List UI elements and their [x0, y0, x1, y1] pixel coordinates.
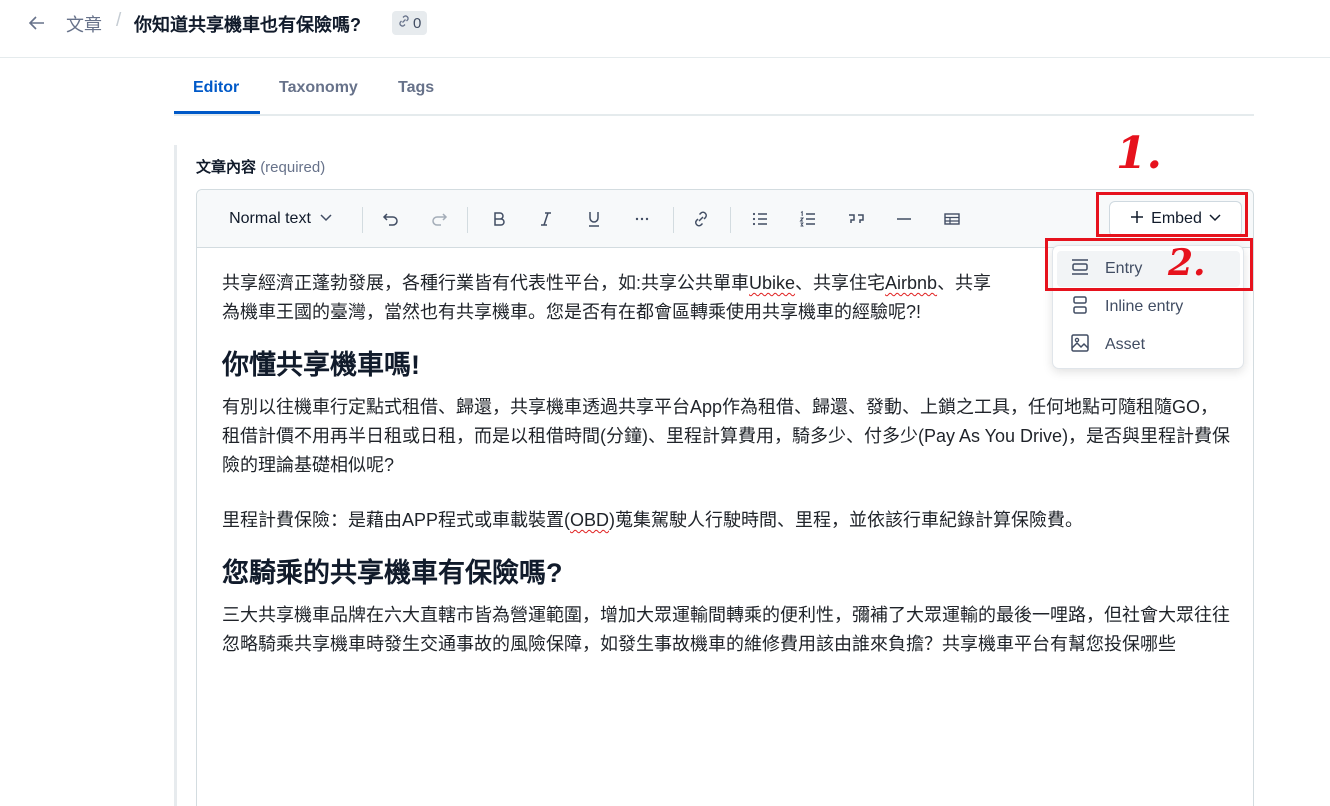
tab-taxonomy[interactable]: Taxonomy: [279, 79, 358, 97]
paragraph-text: 、共享: [937, 273, 992, 293]
tab-editor[interactable]: Editor: [193, 79, 239, 97]
inline-entry-icon: [1069, 294, 1091, 321]
italic-icon[interactable]: [534, 207, 558, 231]
toolbar-divider: [730, 207, 731, 233]
embed-menu-label: Asset: [1105, 336, 1146, 353]
spellcheck-word: OBD: [570, 510, 610, 530]
field-required-hint: (required): [260, 159, 326, 176]
paragraph-4: 三大共享機車品牌在六大直轄市皆為營運範圍，增加大眾運輸間轉乘的便利性，彌補了大眾…: [222, 605, 1230, 654]
link-icon[interactable]: [689, 207, 713, 231]
numbered-list-icon[interactable]: [796, 207, 820, 231]
image-icon: [1069, 332, 1091, 359]
annotation-box-step2: [1045, 238, 1253, 291]
spellcheck-word: Airbnb: [885, 273, 938, 293]
active-tab-indicator: [174, 111, 260, 114]
paragraph-text: 里程計費保險：是藉由APP程式或車載裝置(: [222, 510, 571, 530]
link-icon: [397, 14, 411, 32]
text-style-dropdown[interactable]: Normal text: [222, 207, 340, 231]
embed-menu-label: Inline entry: [1105, 298, 1184, 315]
editor-tabs: Editor Taxonomy Tags: [174, 58, 1254, 116]
annotation-step2: 2.: [1168, 242, 1206, 284]
toolbar-divider: [673, 207, 674, 233]
embed-menu-item-inline-entry[interactable]: Inline entry: [1057, 289, 1240, 325]
arrow-left-icon[interactable]: [26, 12, 48, 34]
text-style-label: Normal text: [229, 210, 311, 227]
top-header: 文章 / 你知道共享機車也有保險嗎? 0: [0, 0, 1330, 58]
field-label: 文章內容 (required): [196, 156, 325, 177]
tab-tags[interactable]: Tags: [398, 79, 434, 97]
heading-2: 您騎乘的共享機車有保險嗎?: [222, 558, 563, 588]
spellcheck-word: Ubike: [749, 273, 796, 293]
bulleted-list-icon[interactable]: [748, 207, 772, 231]
page-title: 你知道共享機車也有保險嗎?: [134, 15, 361, 35]
toolbar-divider: [467, 207, 468, 233]
more-icon[interactable]: [630, 207, 654, 231]
references-badge[interactable]: 0: [392, 11, 428, 35]
field-indicator-bar: [174, 145, 177, 806]
paragraph-text: 共享經濟正蓬勃發展，各種行業皆有代表性平台，如:共享公共單車: [222, 273, 749, 293]
toolbar-divider: [362, 207, 363, 233]
paragraph-2: 有別以往機車行定點式租借、歸還，共享機車透過共享平台App作為租借、歸還、發動、…: [222, 397, 1231, 475]
bold-icon[interactable]: [487, 207, 511, 231]
paragraph-text: 為機車王國的臺灣，當然也有共享機車。您是否有在都會區轉乘使用共享機車的經驗呢?!: [222, 302, 922, 322]
redo-icon[interactable]: [427, 207, 451, 231]
chevron-down-icon: [319, 210, 333, 229]
underline-icon[interactable]: [582, 207, 606, 231]
annotation-box-step1: [1096, 192, 1248, 237]
paragraph-3: 里程計費保險：是藉由APP程式或車載裝置(OBD)蒐集駕駛人行駛時間、里程，並依…: [222, 506, 1232, 535]
undo-icon[interactable]: [379, 207, 403, 231]
table-icon[interactable]: [940, 207, 964, 231]
annotation-step1: 1.: [1116, 128, 1162, 179]
quote-icon[interactable]: [844, 207, 868, 231]
breadcrumb-separator: /: [116, 10, 122, 31]
references-count: 0: [413, 14, 422, 32]
breadcrumb-content-type[interactable]: 文章: [66, 11, 102, 37]
embed-menu-item-asset[interactable]: Asset: [1057, 327, 1240, 363]
paragraph-text: 、共享住宅: [795, 273, 886, 293]
horizontal-rule-icon[interactable]: [892, 207, 916, 231]
paragraph-text: )蒐集駕駛人行駛時間、里程，並依該行車紀錄計算保險費。: [609, 510, 1084, 530]
field-name: 文章內容: [196, 159, 257, 176]
